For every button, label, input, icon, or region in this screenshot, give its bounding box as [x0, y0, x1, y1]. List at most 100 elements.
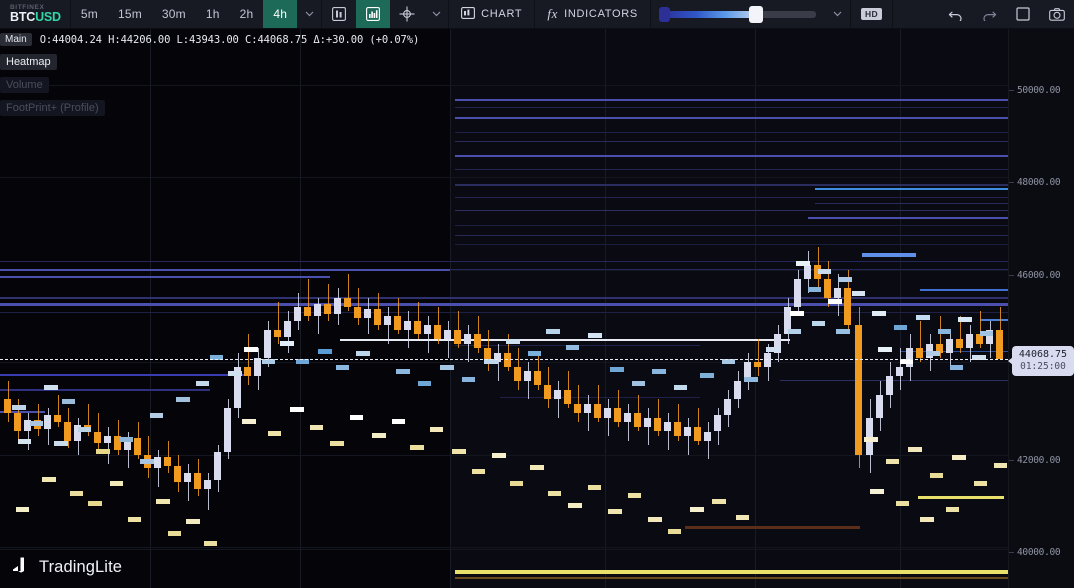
vertical-gridline [755, 29, 756, 588]
candle-body [624, 413, 631, 423]
heatmap-intensity-slider[interactable] [651, 0, 826, 28]
heatmap-block [610, 367, 624, 372]
vertical-gridline [450, 29, 451, 588]
heatmap-block [838, 277, 852, 282]
heatmap-block [744, 377, 758, 382]
price-tick-mark [1009, 182, 1014, 183]
candle-body [394, 316, 401, 330]
candle-body [674, 422, 681, 437]
candle-body [44, 415, 51, 430]
heatmap-block [930, 473, 943, 478]
candle-body [844, 288, 851, 326]
tradinglite-app: BITFINEX BTCUSD 5m 15m 30m 1h 2h 4h CHAR… [0, 0, 1074, 588]
symbol-selector[interactable]: BITFINEX BTCUSD [0, 0, 70, 28]
heatmap-block [690, 507, 704, 512]
candle-body [324, 304, 331, 314]
chart-button[interactable]: CHART [449, 0, 534, 28]
candle-body [886, 376, 893, 395]
indicators-button[interactable]: fx INDICATORS [535, 0, 650, 28]
timeframe-1h[interactable]: 1h [196, 0, 230, 28]
heatmap-block [150, 413, 163, 418]
undo-icon[interactable] [938, 0, 972, 28]
candle-body [204, 480, 211, 490]
heatmap-block [16, 507, 29, 512]
heatmap-block [766, 347, 780, 352]
liquidity-line [455, 570, 1008, 574]
timeframe-5m[interactable]: 5m [71, 0, 108, 28]
heatmap-block [852, 291, 865, 296]
volume-profile-icon[interactable] [322, 0, 356, 28]
liquidity-line [500, 397, 700, 398]
price-tick-mark [1009, 275, 1014, 276]
camera-icon[interactable] [1040, 0, 1074, 28]
chart-canvas[interactable] [0, 29, 1008, 588]
heatmap-block [528, 351, 541, 356]
tools-chevron-down-icon[interactable] [424, 0, 448, 28]
heatmap-block [168, 531, 181, 536]
chevron-down-icon[interactable] [297, 0, 321, 28]
heatmap-block [128, 517, 141, 522]
fullscreen-icon[interactable] [1006, 0, 1040, 28]
toolbar: BITFINEX BTCUSD 5m 15m 30m 1h 2h 4h CHAR… [0, 0, 1074, 29]
redo-icon[interactable] [972, 0, 1006, 28]
liquidity-line [455, 155, 1008, 157]
candle-body [54, 415, 61, 423]
candle-wick [757, 339, 759, 377]
heatmap-block [548, 491, 561, 496]
heatmap-block [492, 453, 506, 458]
price-axis[interactable]: 50000.00 48000.00 46000.00 42000.00 40000.00… [1008, 29, 1074, 588]
heatmap-block [54, 441, 68, 446]
slider-chevron-down-icon[interactable] [826, 0, 850, 28]
candle-wick [587, 394, 589, 432]
heatmap-block [648, 517, 662, 522]
candle-body [14, 413, 21, 432]
timeframe-30m[interactable]: 30m [152, 0, 196, 28]
candle-body [794, 279, 801, 307]
slider-track[interactable] [658, 5, 816, 23]
heatmap-block [410, 445, 424, 450]
heatmap-block [668, 529, 681, 534]
heatmap-block [430, 427, 443, 432]
timeframe-4h[interactable]: 4h [263, 0, 298, 28]
crosshair-icon[interactable] [390, 0, 424, 28]
candle-body [354, 306, 361, 319]
heatmap-block [176, 397, 190, 402]
legend-row: Heatmap [0, 52, 105, 75]
slider-handle-left[interactable] [658, 6, 670, 22]
liquidity-line [0, 276, 330, 278]
heatmap-block [628, 493, 641, 498]
heatmap-icon[interactable] [356, 0, 391, 28]
candle-wick [427, 316, 429, 353]
candle-body [464, 334, 471, 344]
legend-item-volume[interactable]: Volume [0, 77, 49, 93]
candle-body [694, 426, 701, 441]
candle-body [704, 431, 711, 441]
series-name-tag[interactable]: Main [0, 33, 32, 46]
heatmap-block [418, 381, 431, 386]
timeframe-2h[interactable]: 2h [230, 0, 264, 28]
liquidity-line [0, 269, 450, 271]
slider-handle-right[interactable] [749, 5, 764, 23]
hd-toggle[interactable]: HD [851, 0, 892, 28]
vertical-gridline [150, 29, 151, 588]
timeframe-15m[interactable]: 15m [108, 0, 152, 28]
heatmap-block [674, 385, 687, 390]
liquidity-line [455, 117, 1008, 119]
heatmap-block [566, 345, 579, 350]
price-tick-label: 46000.00 [1017, 270, 1061, 281]
legend-item-heatmap[interactable]: Heatmap [0, 54, 57, 70]
candle-body [194, 473, 201, 490]
liquidity-line [455, 577, 1008, 579]
candle-body [634, 413, 641, 427]
heatmap-block [452, 449, 466, 454]
candle-body [254, 357, 261, 377]
heatmap-block [244, 347, 258, 352]
symbol-quote: USD [35, 10, 61, 24]
heatmap-block [878, 347, 892, 352]
legend-row: Volume [0, 75, 105, 98]
heatmap-block [818, 269, 831, 274]
legend-item-footprint[interactable]: FootPrint+ (Profile) [0, 100, 105, 116]
candle-body [804, 265, 811, 280]
heatmap-block [462, 377, 475, 382]
heatmap-block [70, 491, 83, 496]
